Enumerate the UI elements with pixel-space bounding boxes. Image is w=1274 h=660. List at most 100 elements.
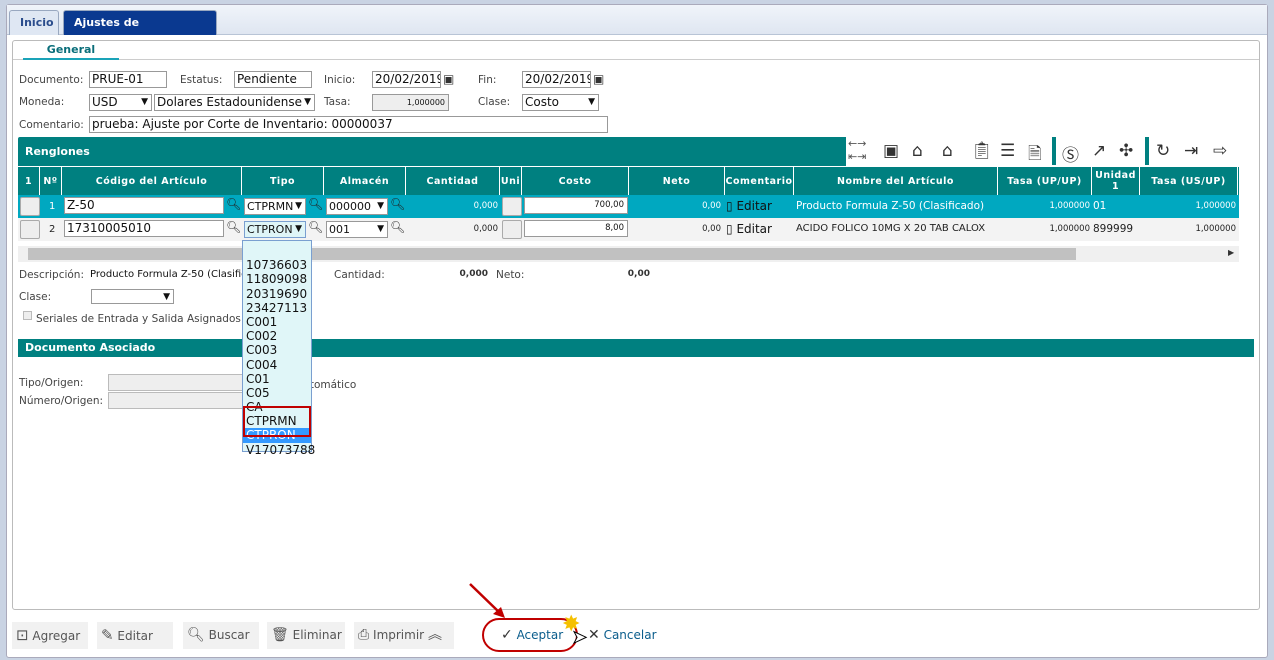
- warehouse-chart-icon[interactable]: ⌂: [942, 141, 953, 161]
- row-select-button[interactable]: [20, 197, 40, 216]
- cancelar-button[interactable]: ✕ Cancelar: [584, 622, 664, 649]
- unidad-button[interactable]: [502, 220, 522, 239]
- col-neto[interactable]: Neto: [629, 167, 725, 195]
- col-costo[interactable]: Costo: [522, 167, 629, 195]
- dropdown-option[interactable]: C05: [243, 386, 311, 400]
- renglones-header: Renglones: [18, 137, 846, 166]
- tipo-select[interactable]: CTPRON: [244, 221, 306, 238]
- editar-button[interactable]: ✎ Editar: [97, 622, 173, 649]
- codigo-field[interactable]: 17310005010: [64, 220, 224, 237]
- search-icon[interactable]: 🔍︎: [226, 197, 241, 211]
- editar-link[interactable]: ▯ Editar: [726, 199, 772, 213]
- document-add-icon[interactable]: 🗎︎: [1028, 141, 1042, 170]
- tab-ajustes[interactable]: Ajustes de Inventarios ×: [63, 10, 217, 53]
- dropdown-option[interactable]: C01: [243, 372, 311, 386]
- col-cantidad[interactable]: Cantidad: [406, 167, 500, 195]
- buscar-button[interactable]: 🔍︎ Buscar: [183, 622, 259, 649]
- almacen-select[interactable]: 000000: [326, 198, 388, 215]
- scrollbar-thumb[interactable]: [28, 248, 1076, 260]
- col-unidad[interactable]: Unidad 1: [1092, 167, 1140, 195]
- estatus-field[interactable]: Pendiente: [234, 71, 312, 88]
- edit-icon: ✎: [101, 626, 114, 644]
- imprimir-button[interactable]: ⎙ Imprimir ︽: [354, 622, 454, 649]
- search-doc-icon: 🔍︎: [187, 627, 205, 643]
- tab-inicio[interactable]: Inicio: [9, 10, 59, 35]
- tipo-select[interactable]: CTPRMN: [244, 198, 306, 215]
- comentario-field[interactable]: prueba: Ajuste por Corte de Inventario: …: [89, 116, 608, 133]
- col-tipo[interactable]: Tipo: [242, 167, 324, 195]
- dropdown-option[interactable]: 10736603: [243, 258, 311, 272]
- documento-field[interactable]: PRUE-01: [89, 71, 167, 88]
- dropdown-option[interactable]: 23427113: [243, 301, 311, 315]
- clase-select[interactable]: Costo: [522, 94, 599, 111]
- eliminar-label: Eliminar: [292, 628, 342, 642]
- dropdown-option[interactable]: C001: [243, 315, 311, 329]
- col-comentario[interactable]: Comentario: [725, 167, 794, 195]
- table-row[interactable]: 2 17310005010 🔍︎ CTPRON 🔍︎ 001 🔍︎ 0,000 …: [18, 218, 1239, 241]
- dropdown-option[interactable]: 20319690: [243, 287, 311, 301]
- neto-total: 0,00: [627, 269, 650, 279]
- subtab-general[interactable]: General: [23, 41, 119, 60]
- horizontal-scrollbar[interactable]: ▶: [18, 246, 1239, 262]
- import-icon[interactable]: ⇥: [1184, 141, 1198, 161]
- seriales-checkbox[interactable]: [23, 311, 32, 320]
- dropdown-option[interactable]: C004: [243, 358, 311, 372]
- export-icon[interactable]: ↗: [1092, 141, 1106, 161]
- tasa-label: Tasa:: [324, 96, 351, 108]
- calendar-icon[interactable]: ▣: [593, 72, 604, 86]
- costo-field[interactable]: 8,00: [524, 220, 628, 237]
- costo-field[interactable]: 700,00: [524, 197, 628, 214]
- list-icon[interactable]: ☰: [1000, 141, 1015, 161]
- fin-date-field[interactable]: 20/02/2019: [522, 71, 591, 88]
- dropdown-option[interactable]: V17073788: [243, 443, 315, 457]
- image-icon[interactable]: ▣: [883, 141, 899, 161]
- col-tasa-us[interactable]: Tasa (US/UP): [1140, 167, 1238, 195]
- clipboard-check-icon[interactable]: 📋︎: [971, 141, 993, 161]
- dropdown-option[interactable]: C003: [243, 343, 311, 357]
- editar-link[interactable]: ▯ Editar: [726, 222, 772, 236]
- tipo-origen-field[interactable]: [108, 374, 248, 391]
- dollar-icon[interactable]: Ⓢ: [1062, 141, 1079, 166]
- moneda-select[interactable]: USD: [89, 94, 152, 111]
- row-number: 2: [49, 224, 56, 235]
- x-icon: ✕: [588, 627, 600, 643]
- detail-clase-select[interactable]: [91, 289, 174, 304]
- dropdown-option[interactable]: 11809098: [243, 272, 311, 286]
- dropdown-option[interactable]: [243, 244, 311, 258]
- scroll-right-icon[interactable]: ▶: [1228, 248, 1234, 257]
- search-icon[interactable]: 🔍︎: [390, 197, 405, 211]
- numero-origen-field[interactable]: [108, 392, 248, 409]
- documento-label: Documento:: [19, 74, 84, 86]
- inicio-date-field[interactable]: 20/02/2019: [372, 71, 441, 88]
- aceptar-label: Aceptar: [516, 628, 564, 642]
- search-icon[interactable]: 🔍︎: [308, 197, 323, 211]
- unidad-button[interactable]: [502, 197, 522, 216]
- search-icon[interactable]: 🔍︎: [226, 220, 241, 234]
- search-icon[interactable]: 🔍︎: [390, 220, 405, 234]
- moneda-desc-select[interactable]: Dolares Estadounidense: [154, 94, 315, 111]
- col-nombre[interactable]: Nombre del Artículo: [794, 167, 998, 195]
- warehouse-icon[interactable]: ⌂: [912, 141, 923, 161]
- calendar-icon[interactable]: ▣: [443, 72, 454, 86]
- eliminar-button[interactable]: 🗑︎ Eliminar: [267, 622, 345, 649]
- agregar-button[interactable]: ⊡ Agregar: [12, 622, 88, 649]
- puzzle-icon[interactable]: ✣: [1119, 141, 1133, 161]
- dropdown-option[interactable]: C002: [243, 329, 311, 343]
- resize-columns-icon[interactable]: ←→ ⇤⇥: [848, 137, 866, 163]
- col-uni[interactable]: Uni: [500, 167, 522, 195]
- col-codigo[interactable]: Código del Artículo: [62, 167, 242, 195]
- chevron-up-icon[interactable]: ︽: [428, 627, 442, 643]
- almacen-select[interactable]: 001: [326, 221, 388, 238]
- tab-bar: Inicio Ajustes de Inventarios ×: [7, 5, 1267, 53]
- refresh-icon[interactable]: ↻: [1156, 141, 1170, 161]
- aceptar-button[interactable]: ✓ Aceptar: [497, 622, 567, 649]
- row-select-button[interactable]: [20, 220, 40, 239]
- col-almacen[interactable]: Almacén: [324, 167, 406, 195]
- clase-label: Clase:: [478, 96, 511, 108]
- codigo-field[interactable]: Z-50: [64, 197, 224, 214]
- search-icon[interactable]: 🔍︎: [308, 220, 323, 234]
- cantidad-total: 0,000: [459, 269, 488, 279]
- table-row[interactable]: 1 Z-50 🔍︎ CTPRMN 🔍︎ 000000 🔍︎ 0,000 700,…: [18, 195, 1239, 218]
- col-tasa-up[interactable]: Tasa (UP/UP): [998, 167, 1092, 195]
- exit-icon[interactable]: ⇨: [1213, 141, 1227, 161]
